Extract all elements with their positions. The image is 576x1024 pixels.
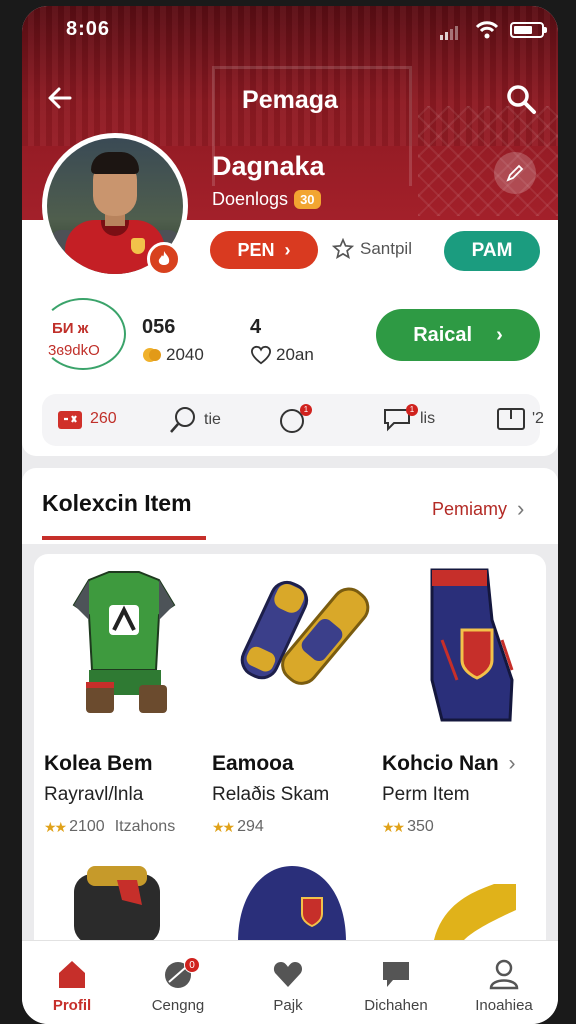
nav-item-label: Cengng [151,997,205,1014]
pen-icon [170,407,195,433]
sock-icon [430,568,514,722]
stars-icon: ★★ [212,818,235,835]
avatar-flame-badge-icon [147,242,181,276]
nav-badge: 0 [184,957,200,973]
nav-item-pajk[interactable]: Pajk [238,955,338,1014]
status-bar: 8:06 [22,6,558,52]
pam-button[interactable]: PAM [444,231,540,271]
heart-icon [273,962,303,987]
pen-button-label: PEN [237,239,275,260]
shin-guard-icon [240,580,370,685]
likes-stat-value: 4 [250,316,262,338]
coins-stat-sub: 2040 [166,345,204,364]
nav-item-label: Inoahiea [475,997,533,1014]
nav-item-label: Pajk [273,997,303,1014]
item-extra: Itzahons [114,818,176,835]
page-title: Pemaga [242,86,338,114]
action-heart-badge: 1 [300,404,312,416]
action-chat[interactable]: 1 lis [382,404,436,432]
signal-icon [440,26,458,40]
jersey-icon [72,571,176,713]
likes-stat-sub: 20an [276,345,314,364]
profile-subtitle: Doenlogs 30 [212,189,321,210]
item-price-value: 2100 [69,818,105,835]
nav-item-dichahen[interactable]: Dichahen [346,955,446,1014]
user-icon [489,959,519,990]
section-more-label: Pemiamy [432,498,508,519]
item-subtitle: Rayravl/lnla [44,784,144,805]
chevron-right-icon: › [284,239,291,260]
section-tab-indicator [42,536,206,540]
action-chat-badge: 1 [406,404,418,416]
item-name: Eamooa [212,752,294,775]
item-name-text: Kohcio Nan [382,752,499,775]
phone-screen: 8:06 Pemaga Dagnaka Doenlogs 30 PEN › Sa… [22,6,558,1024]
chevron-right-icon: › [517,496,525,521]
section-more-link[interactable]: Pemiamy › [432,496,524,522]
action-row: 260 tie 1 1 lis '2 [42,394,544,446]
heart-outline-icon [250,345,272,365]
action-pen-label: tie [204,411,221,428]
nav-item-cengng[interactable]: 0 Cengng [128,955,228,1014]
action-flag-label: '2 [532,410,544,427]
item-name: Kohcio Nan › [382,752,516,776]
star-outline-icon [332,238,354,259]
wifi-icon [475,21,499,39]
edit-button[interactable] [494,152,536,194]
nav-item-label: Profil [52,997,92,1014]
item-price-value: 350 [407,818,434,835]
coins-stat-value: 056 [142,316,176,338]
nav-item-profil[interactable]: Profil [22,955,122,1014]
backpack-icon [74,866,160,940]
coins-stat: 056 2040 [142,316,204,365]
ring-stat-line1: БИ ж [52,320,89,337]
item-price-value: 294 [237,818,264,835]
ring-stat-line2: 3ɞ9dkO [48,342,100,359]
flag-icon [497,408,525,430]
pen-button[interactable]: PEN › [210,231,318,269]
item-price: ★★ 294 [212,818,264,836]
stars-icon: ★★ [382,818,405,835]
action-chat-label: lis [420,410,436,427]
action-heart[interactable]: 1 [278,404,312,434]
action-gift-label: 260 [90,410,117,427]
profile-name: Dagnaka [212,151,325,181]
sampil-label: Santpil [360,239,412,258]
raical-button[interactable]: Raical › [376,309,540,361]
action-pen[interactable]: tie [168,406,221,434]
chevron-right-icon: › [496,323,503,346]
nav-item-inoahiea[interactable]: Inoahiea [454,955,554,1014]
chat-icon [383,962,409,987]
nav-item-label: Dichahen [364,997,428,1014]
section-title: Kolexcin Item [42,490,192,516]
battery-icon [510,22,547,38]
action-gift[interactable]: 260 [56,406,117,432]
item-name: Kolea Bem [44,752,153,775]
cap-icon [238,866,346,942]
coin-icon [143,348,161,362]
home-icon [59,961,85,988]
raical-button-label: Raical [413,323,473,346]
top-app-bar: Pemaga [22,74,558,124]
profile-subtitle-text: Doenlogs [212,189,289,209]
ring-stat: БИ ж 3ɞ9dkO [40,298,126,370]
item-price: ★★ 2100 Itzahons [44,818,175,836]
stars-icon: ★★ [44,818,67,835]
item-price: ★★ 350 [382,818,434,836]
gift-icon [58,411,82,429]
ball-icon [434,884,516,940]
bottom-nav: Profil 0 Cengng Pajk Dichahen Inoahiea [22,940,558,1024]
likes-stat: 4 20an [250,316,314,365]
chevron-right-icon: › [508,752,516,775]
level-badge: 30 [294,190,321,209]
item-subtitle: Perm Item [382,784,470,805]
item-subtitle: Relaðis Skam [212,784,330,805]
search-icon[interactable] [504,82,538,116]
status-time: 8:06 [66,18,111,40]
pencil-icon [506,164,524,182]
sampil-link[interactable]: Santpil [332,238,412,260]
action-flag[interactable]: '2 [496,406,544,432]
